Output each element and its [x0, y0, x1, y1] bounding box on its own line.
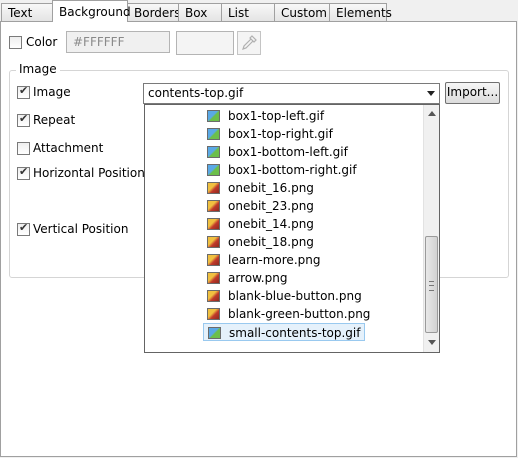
tab-custom[interactable]: Custom [274, 3, 330, 21]
gif-image-icon [207, 146, 220, 158]
tab-text[interactable]: Text [1, 3, 53, 21]
list-item[interactable]: box1-bottom-right.gif [203, 161, 361, 179]
list-item-label: learn-more.png [228, 253, 321, 267]
png-image-icon [207, 272, 220, 284]
list-item-label: blank-green-button.png [228, 307, 371, 321]
list-item-label: arrow.png [228, 271, 288, 285]
png-image-icon [207, 182, 220, 194]
chevron-down-icon[interactable] [427, 91, 435, 96]
list-item-label: box1-bottom-right.gif [228, 163, 357, 177]
list-item-selected[interactable]: small-contents-top.gif [203, 323, 366, 341]
vertical-position-checkbox[interactable] [17, 221, 30, 236]
png-image-icon [207, 200, 220, 212]
list-item-label: box1-top-left.gif [228, 109, 325, 123]
image-file-value: contents-top.gif [148, 86, 244, 100]
png-image-icon [207, 236, 220, 248]
attachment-label: Attachment [33, 141, 104, 155]
tab-elements[interactable]: Elements [329, 3, 392, 21]
list-item-label: onebit_14.png [228, 217, 314, 231]
list-item[interactable]: blank-blue-button.png [203, 287, 366, 305]
horizontal-position-label: Horizontal Position [33, 166, 145, 180]
png-image-icon [207, 254, 220, 266]
dropdown-scrollbar[interactable] [423, 105, 439, 352]
image-file-combobox[interactable]: contents-top.gif [143, 83, 440, 104]
repeat-label: Repeat [33, 113, 76, 127]
import-button[interactable]: Import... [445, 82, 500, 104]
gif-image-icon [207, 110, 220, 122]
vertical-position-label: Vertical Position [33, 222, 129, 236]
list-item-label: box1-bottom-left.gif [228, 145, 348, 159]
list-item-label: onebit_23.png [228, 199, 314, 213]
color-label: Color [26, 35, 58, 49]
png-image-icon [207, 308, 220, 320]
tab-background[interactable]: Background [52, 0, 131, 22]
list-item[interactable]: onebit_23.png [203, 197, 318, 215]
tab-borders[interactable]: Borders [127, 3, 180, 21]
list-item-label: box1-top-right.gif [228, 127, 333, 141]
image-file-dropdown-list[interactable]: box1-top-left.gif box1-top-right.gif box… [144, 104, 440, 353]
gif-image-icon [208, 327, 221, 339]
tab-box[interactable]: Box [178, 3, 222, 21]
list-item[interactable]: blank-green-button.png [203, 305, 374, 323]
image-label: Image [33, 85, 71, 99]
list-item[interactable]: onebit_16.png [203, 179, 318, 197]
color-value-field[interactable]: #FFFFFF [66, 31, 170, 53]
gif-image-icon [207, 164, 220, 176]
list-item[interactable]: box1-top-left.gif [203, 107, 328, 125]
list-item[interactable]: arrow.png [203, 269, 291, 287]
scroll-down-arrow-icon[interactable] [428, 340, 436, 345]
color-checkbox[interactable] [9, 36, 22, 49]
eyedropper-icon [242, 35, 257, 50]
list-item[interactable]: box1-bottom-left.gif [203, 143, 352, 161]
repeat-checkbox[interactable] [17, 112, 30, 127]
scroll-up-arrow-icon[interactable] [428, 111, 436, 116]
list-item-label: blank-blue-button.png [228, 289, 362, 303]
grip-icon [429, 281, 434, 291]
image-group-title: Image [16, 62, 60, 76]
list-item[interactable]: onebit_14.png [203, 215, 318, 233]
list-item[interactable]: learn-more.png [203, 251, 324, 269]
attachment-checkbox[interactable] [17, 142, 30, 155]
scrollbar-thumb[interactable] [425, 236, 438, 333]
horizontal-position-checkbox[interactable] [17, 165, 30, 180]
tab-list[interactable]: List [221, 3, 275, 21]
list-item-label: onebit_18.png [228, 235, 314, 249]
color-swatch[interactable] [176, 31, 234, 55]
tab-strip: Text Background Borders Box List Custom … [0, 0, 518, 22]
list-item-label: small-contents-top.gif [229, 326, 361, 340]
png-image-icon [207, 290, 220, 302]
list-item-label: onebit_16.png [228, 181, 314, 195]
list-item[interactable]: box1-top-right.gif [203, 125, 337, 143]
image-checkbox[interactable] [17, 84, 30, 99]
png-image-icon [207, 218, 220, 230]
eyedropper-button[interactable] [237, 31, 261, 55]
list-item[interactable]: onebit_18.png [203, 233, 318, 251]
gif-image-icon [207, 128, 220, 140]
